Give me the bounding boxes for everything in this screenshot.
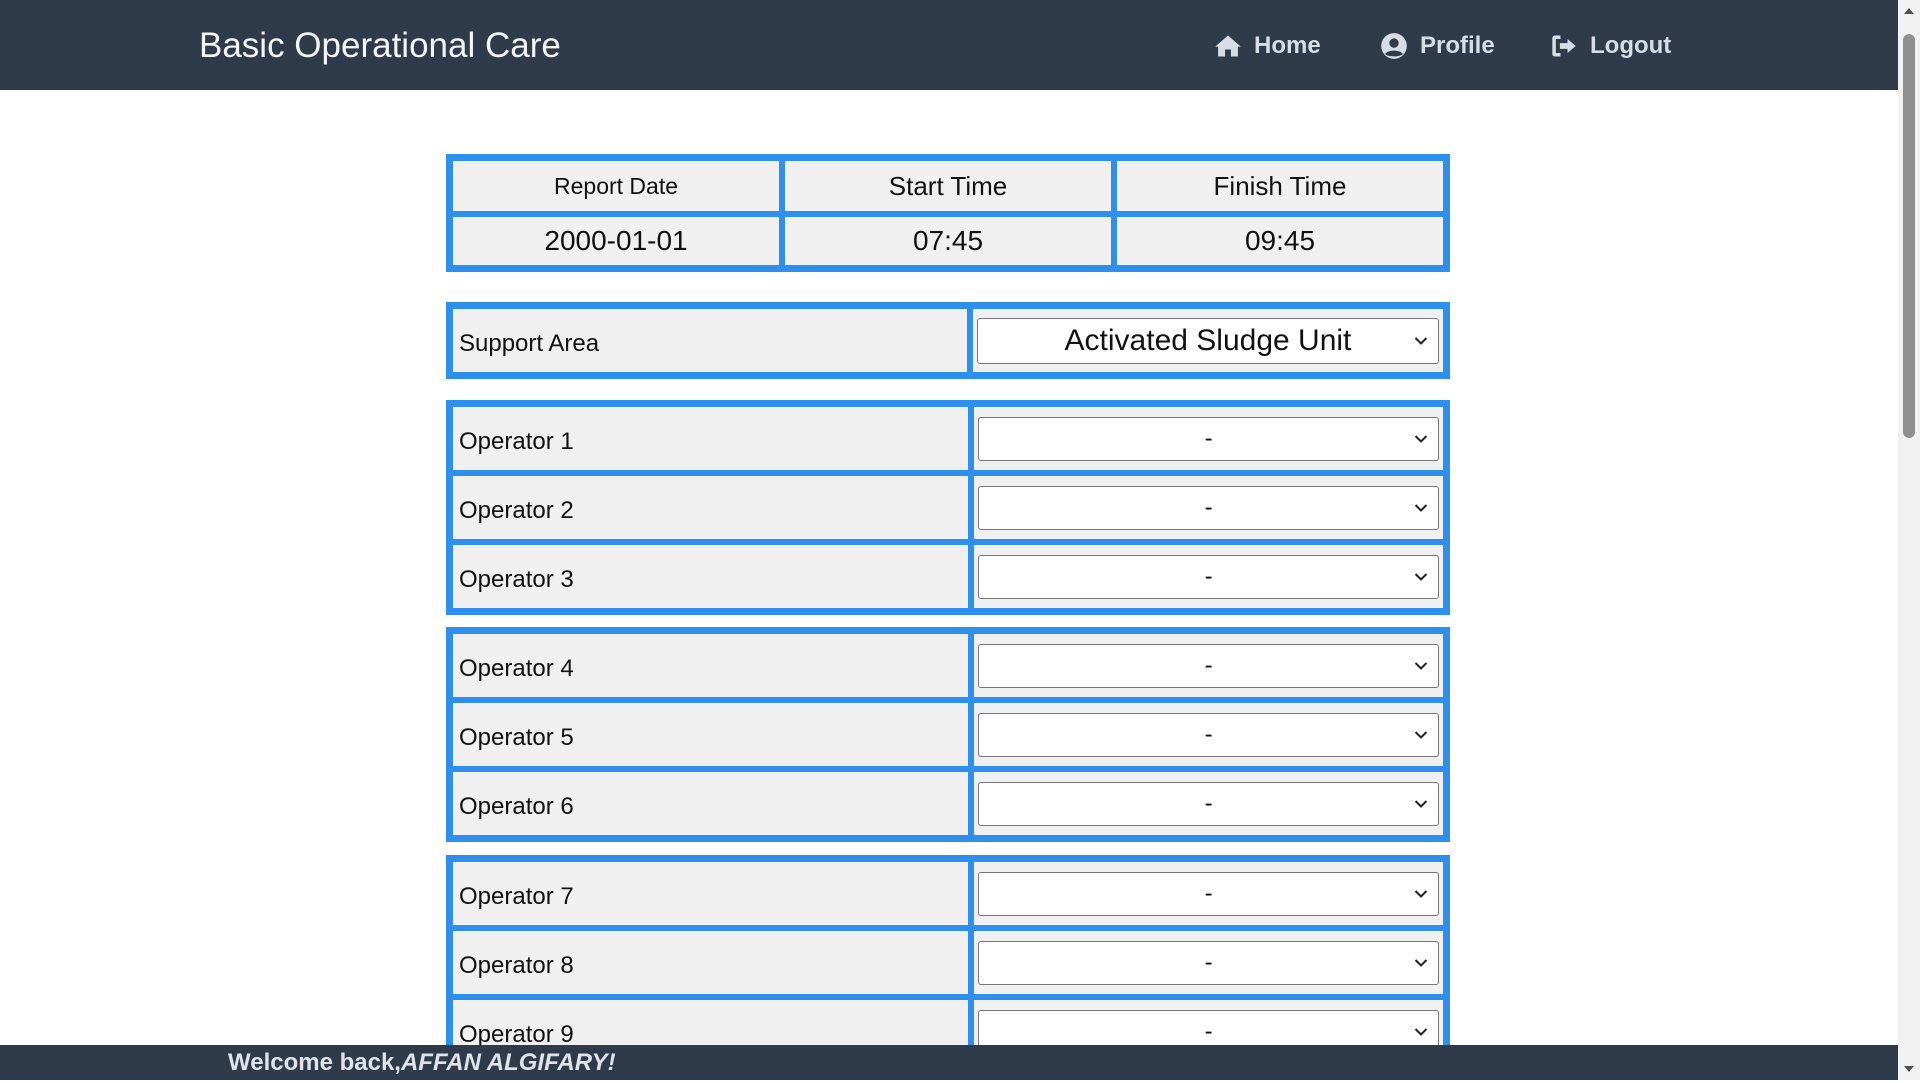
user-name: AFFAN ALGIFARY! <box>400 1049 616 1076</box>
support-area-table: Support Area Activated Sludge Unit <box>446 302 1450 379</box>
chevron-down-icon <box>1414 434 1428 443</box>
user-circle-icon <box>1381 33 1407 59</box>
welcome-text: Welcome back, <box>228 1049 401 1076</box>
chevron-down-icon <box>1414 661 1428 670</box>
operator-selected: - <box>1204 948 1213 976</box>
nav-logout-label: Logout <box>1590 32 1672 59</box>
chevron-down-icon <box>1414 730 1428 739</box>
start-time-header: Start Time <box>782 158 1114 214</box>
operator-label: Operator 3 <box>450 542 972 611</box>
operator-6-select[interactable]: - <box>978 781 1439 826</box>
report-info-table: Report Date Start Time Finish Time 2000-… <box>446 154 1450 272</box>
operator-label: Operator 4 <box>450 631 972 700</box>
operator-selected: - <box>1204 493 1213 521</box>
chevron-down-icon <box>1414 1027 1428 1036</box>
operator-selected: - <box>1204 1017 1213 1045</box>
operator-selected: - <box>1204 424 1213 452</box>
operator-label: Operator 8 <box>450 928 972 997</box>
operator-1-select[interactable]: - <box>978 416 1439 461</box>
vertical-scrollbar[interactable] <box>1898 0 1920 1080</box>
scroll-up-arrow-icon[interactable] <box>1902 4 1916 18</box>
operator-selected: - <box>1204 789 1213 817</box>
operator-label: Operator 7 <box>450 859 972 928</box>
scrollbar-thumb[interactable] <box>1903 34 1915 438</box>
top-navbar: Basic Operational Care Home Profile Logo… <box>0 0 1898 90</box>
operator-4-select[interactable]: - <box>978 643 1439 688</box>
operator-label: Operator 1 <box>450 404 972 473</box>
chevron-down-icon <box>1414 958 1428 967</box>
scroll-down-arrow-icon[interactable] <box>1902 1062 1916 1076</box>
chevron-down-icon <box>1414 572 1428 581</box>
support-area-selected: Activated Sludge Unit <box>1064 323 1352 357</box>
chevron-down-icon <box>1414 889 1428 898</box>
support-area-label: Support Area <box>450 306 970 375</box>
home-icon <box>1215 35 1241 57</box>
operators-group-1: Operator 1 - Operator 2 - Operator 3 - <box>446 400 1450 615</box>
support-area-select[interactable]: Activated Sludge Unit <box>976 317 1439 364</box>
operator-label: Operator 5 <box>450 700 972 769</box>
operator-8-select[interactable]: - <box>978 940 1439 985</box>
sign-out-icon <box>1552 35 1576 57</box>
operator-3-select[interactable]: - <box>978 554 1439 599</box>
app-title: Basic Operational Care <box>199 26 561 65</box>
finish-time-value: 09:45 <box>1114 214 1446 268</box>
operator-selected: - <box>1204 720 1213 748</box>
welcome-footer: Welcome back,AFFAN ALGIFARY! <box>0 1045 1898 1080</box>
operator-selected: - <box>1204 879 1213 907</box>
operator-7-select[interactable]: - <box>978 871 1439 916</box>
nav-home-label: Home <box>1254 32 1321 59</box>
chevron-down-icon <box>1414 799 1428 808</box>
operator-label: Operator 2 <box>450 473 972 542</box>
chevron-down-icon <box>1414 336 1428 345</box>
operator-label: Operator 6 <box>450 769 972 838</box>
operators-group-2: Operator 4 - Operator 5 - Operator 6 - <box>446 627 1450 842</box>
start-time-value: 07:45 <box>782 214 1114 268</box>
operator-2-select[interactable]: - <box>978 485 1439 530</box>
report-date-header: Report Date <box>450 158 783 214</box>
operator-5-select[interactable]: - <box>978 712 1439 757</box>
chevron-down-icon <box>1414 503 1428 512</box>
nav-logout-link[interactable]: Logout <box>1550 30 1671 62</box>
finish-time-header: Finish Time <box>1114 158 1446 214</box>
operator-selected: - <box>1204 562 1213 590</box>
report-date-value: 2000-01-01 <box>450 214 783 268</box>
nav-home-link[interactable]: Home <box>1214 30 1321 62</box>
operators-group-3: Operator 7 - Operator 8 - Operator 9 - <box>446 855 1450 1070</box>
nav-profile-link[interactable]: Profile <box>1380 30 1495 62</box>
nav-profile-label: Profile <box>1420 32 1495 59</box>
operator-selected: - <box>1204 651 1213 679</box>
